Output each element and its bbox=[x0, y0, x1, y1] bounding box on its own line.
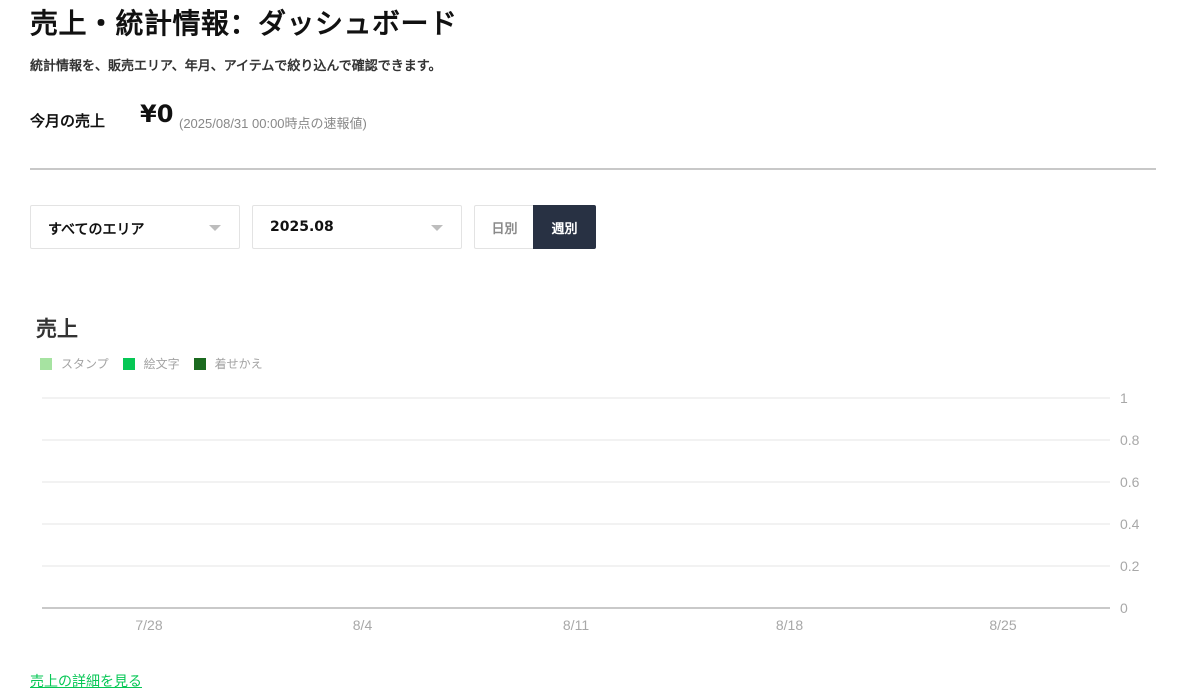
legend-item-emoji[interactable]: 絵文字 bbox=[122, 355, 180, 372]
page-subtitle: 統計情報を、販売エリア、年月、アイテムで絞り込んで確認できます。 bbox=[30, 59, 442, 74]
month-sales-value: ¥0 bbox=[140, 100, 174, 128]
x-tick-label: 7/28 bbox=[135, 617, 162, 633]
area-select[interactable]: すべてのエリア bbox=[30, 205, 240, 249]
legend-label-stamp: スタンプ bbox=[61, 357, 109, 371]
x-tick-label: 8/11 bbox=[563, 617, 589, 633]
sales-detail-link[interactable]: 売上の詳細を見る bbox=[30, 671, 142, 691]
sales-chart-svg: 1 0.8 0.6 0.4 0.2 0 7/28 8/4 8/11 8/18 8/25 bbox=[42, 390, 1140, 633]
chart-legend: スタンプ 絵文字 着せかえ bbox=[40, 355, 277, 372]
dashboard-page: 売上・統計情報：ダッシュボード 統計情報を、販売エリア、年月、アイテムで絞り込ん… bbox=[0, 0, 1200, 698]
x-tick-label: 8/4 bbox=[353, 617, 373, 633]
chart-title: 売上 bbox=[36, 317, 78, 341]
area-select-value: すべてのエリア bbox=[48, 222, 145, 238]
chevron-down-icon bbox=[431, 225, 443, 231]
month-select-value: 2025.08 bbox=[270, 219, 334, 235]
x-tick-label: 8/18 bbox=[776, 617, 803, 633]
month-sales-label: 今月の売上 bbox=[30, 112, 106, 130]
y-tick-label: 0.8 bbox=[1120, 432, 1140, 448]
legend-item-stamp[interactable]: スタンプ bbox=[40, 355, 109, 372]
y-tick-label: 0.4 bbox=[1120, 516, 1140, 532]
weekly-toggle-button[interactable]: 週別 bbox=[533, 205, 596, 249]
legend-label-theme: 着せかえ bbox=[214, 357, 263, 371]
y-tick-label: 0.2 bbox=[1120, 558, 1140, 574]
chevron-down-icon bbox=[209, 225, 221, 231]
x-tick-label: 8/25 bbox=[989, 617, 1016, 633]
legend-swatch-theme bbox=[193, 357, 206, 370]
legend-swatch-emoji bbox=[122, 357, 135, 370]
page-title: 売上・統計情報：ダッシュボード bbox=[30, 7, 458, 40]
month-select[interactable]: 2025.08 bbox=[252, 205, 462, 249]
y-tick-label: 0 bbox=[1120, 600, 1128, 616]
legend-swatch-stamp bbox=[40, 357, 52, 370]
y-tick-label: 0.6 bbox=[1120, 474, 1140, 490]
legend-item-theme[interactable]: 着せかえ bbox=[193, 355, 263, 372]
section-divider bbox=[30, 168, 1156, 170]
daily-toggle-button[interactable]: 日別 bbox=[474, 205, 534, 249]
y-tick-label: 1 bbox=[1120, 390, 1128, 406]
legend-label-emoji: 絵文字 bbox=[143, 357, 180, 371]
month-sales-note: (2025/08/31 00:00時点の速報値) bbox=[179, 116, 367, 131]
sales-chart: 1 0.8 0.6 0.4 0.2 0 7/28 8/4 8/11 8/18 8/25 bbox=[0, 380, 1200, 644]
